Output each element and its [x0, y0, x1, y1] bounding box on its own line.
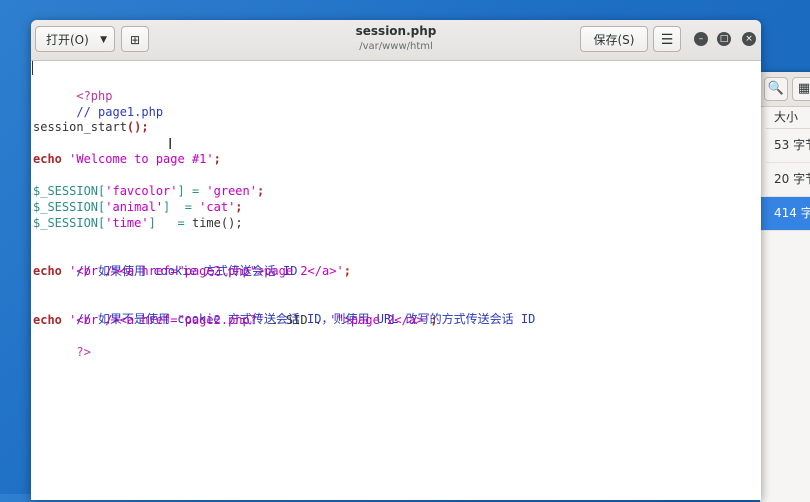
code-line: <?php [33, 72, 112, 103]
code-line: echo '<br /><a href="page2.php?' . SID .… [33, 312, 438, 328]
code-punct: ] = [177, 184, 207, 198]
string-literal: 'time' [105, 216, 149, 230]
string-literal: 'animal' [105, 200, 164, 214]
size-column-header[interactable]: 大小 [766, 106, 810, 129]
maximize-icon[interactable]: □ [717, 32, 731, 46]
file-manager-window: 🔍 ▦ 大小 53 字节 20 字节 414 字节 [760, 72, 810, 502]
code-punct: ; [343, 264, 351, 278]
code-line: $_SESSION['time'] = time(); [33, 215, 243, 231]
function-name: session_start [33, 120, 127, 134]
window-title: session.php [355, 24, 437, 38]
function-call: time(); [191, 216, 243, 230]
code-line: echo '<br /><a href="page2.php">page 2</… [33, 263, 351, 279]
code-punct: . SID . [264, 313, 330, 327]
hamburger-icon: ☰ [660, 32, 674, 48]
save-button[interactable]: 保存(S) [580, 26, 648, 52]
code-line: // 如果使用 cookie 方式传送会话 ID [33, 247, 297, 278]
new-tab-button[interactable]: ⊞ [121, 26, 149, 52]
string-literal: '">page 2</a>' [329, 313, 431, 327]
string-literal: 'Welcome to page #1' [69, 152, 214, 166]
echo-keyword: echo [33, 313, 62, 327]
chevron-down-icon: ▼ [100, 35, 107, 45]
code-punct: ; [213, 152, 221, 166]
session-variable: $_SESSION[ [33, 216, 106, 230]
file-size-row[interactable]: 20 字节 [766, 163, 810, 197]
string-literal: '<br /><a href="page2.php?' [69, 313, 265, 327]
session-variable: $_SESSION[ [33, 184, 106, 198]
file-size-row[interactable]: 53 字节 [766, 129, 810, 163]
code-line: ?> [33, 328, 90, 359]
code-punct: ] = [148, 216, 192, 230]
code-line: session_start(); [33, 119, 149, 135]
open-button-label: 打开(O) [46, 33, 89, 47]
string-literal: '<br /><a href="page2.php">page 2</a>' [69, 264, 344, 278]
code-punct: ; [430, 313, 438, 327]
string-literal: 'favcolor' [105, 184, 178, 198]
string-literal: 'cat' [199, 200, 236, 214]
code-line: $_SESSION['favcolor'] = 'green'; [33, 183, 264, 199]
new-document-icon: ⊞ [129, 33, 141, 47]
code-line: echo 'Welcome to page #1'; [33, 151, 221, 167]
code-line: // 如果不是使用 cookie 方式传送会话 ID，则使用 URL 改写的方式… [33, 295, 535, 326]
echo-keyword: echo [33, 152, 62, 166]
file-size-row-selected[interactable]: 414 字节 [760, 197, 810, 231]
code-punct: ] = [163, 200, 200, 214]
editor-window: 打开(O) ▼ ⊞ session.php /var/www/html 保存(S… [31, 20, 761, 500]
code-punct: (); [126, 120, 149, 134]
code-comment: // page1.php [76, 105, 164, 119]
window-subtitle: /var/www/html [359, 41, 433, 52]
code-line: // page1.php [33, 88, 163, 119]
echo-keyword: echo [33, 264, 62, 278]
session-variable: $_SESSION[ [33, 200, 106, 214]
string-literal: 'green' [206, 184, 257, 198]
code-punct: ; [256, 184, 265, 198]
close-icon[interactable]: × [742, 32, 756, 46]
menu-button[interactable]: ☰ [653, 26, 681, 52]
open-button[interactable]: 打开(O) ▼ [35, 26, 115, 52]
php-close-tag: ?> [76, 345, 91, 359]
grid-view-icon[interactable]: ▦ [792, 77, 810, 101]
search-icon[interactable]: 🔍 [764, 77, 788, 101]
file-manager-toolbar: 🔍 ▦ [760, 72, 810, 107]
code-editor[interactable]: I <?php // page1.php session_start(); ec… [31, 61, 761, 500]
code-punct: ; [235, 200, 243, 214]
code-line: $_SESSION['animal'] = 'cat'; [33, 199, 243, 215]
header-bar: 打开(O) ▼ ⊞ session.php /var/www/html 保存(S… [31, 20, 761, 61]
minimize-icon[interactable]: – [694, 32, 708, 46]
